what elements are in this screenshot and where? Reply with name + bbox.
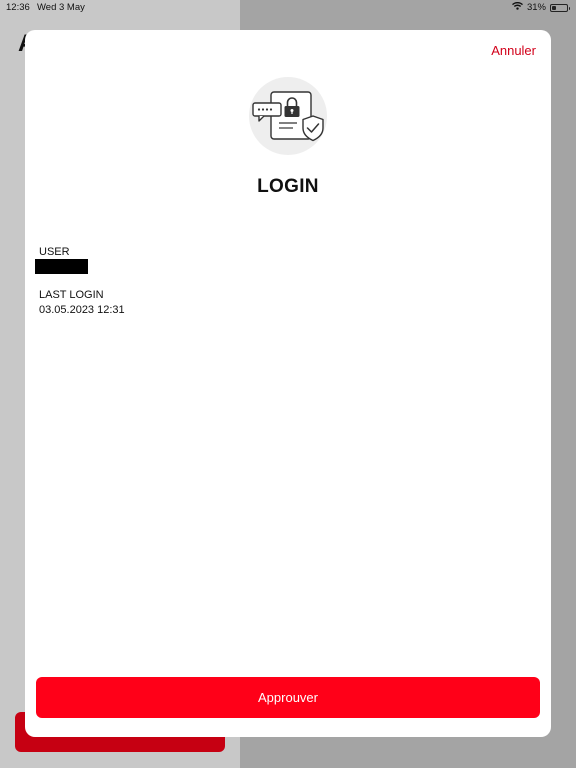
last-login-value: 03.05.2023 12:31 [39, 304, 125, 316]
last-login-label: LAST LOGIN [39, 289, 104, 301]
battery-percent: 31% [526, 2, 546, 13]
page-title: LOGIN [257, 176, 319, 197]
approve-button[interactable]: Approuver [36, 677, 540, 718]
secure-login-icon [249, 77, 327, 155]
status-time: 12:36 [6, 2, 30, 13]
battery-icon [550, 3, 570, 12]
cancel-button[interactable]: Annuler [491, 43, 536, 58]
wifi-icon [512, 2, 523, 13]
user-label: USER [39, 246, 70, 258]
status-date: Wed 3 May [37, 2, 85, 13]
status-bar: 12:36 Wed 3 May 31% [0, 0, 576, 16]
login-approval-sheet: Annuler LOGIN USER LAST LOGIN 03.05.2023… [25, 30, 551, 737]
user-value-redacted [35, 259, 88, 274]
battery-fill [552, 5, 557, 10]
status-indicators: 31% [512, 2, 570, 13]
